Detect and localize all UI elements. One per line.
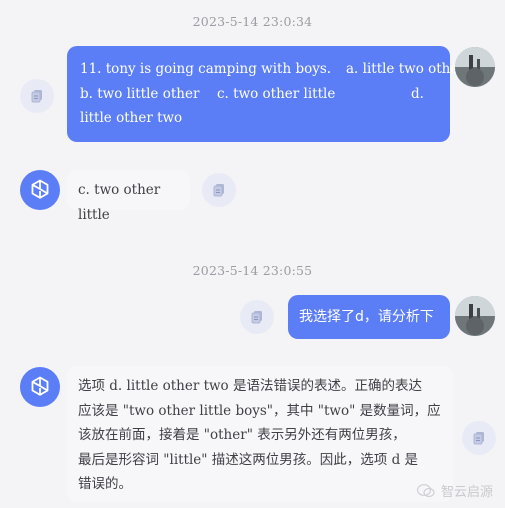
user-avatar[interactable] xyxy=(455,296,495,336)
bot-message-bubble: 选项 d. little other two 是语法错误的表述。正确的表达 应该… xyxy=(67,366,453,502)
message-text: little other two xyxy=(80,110,183,126)
timestamp: 2023-5-14 23:0:55 xyxy=(192,263,313,278)
copy-button[interactable] xyxy=(20,79,54,113)
copy-icon xyxy=(251,311,262,324)
message-line: 选项 d. little other two 是语法错误的表述。正确的表达 xyxy=(78,378,422,394)
message-line: 最后是形容词 "little" 描述这两位男孩。因此，选项 d 是 xyxy=(78,451,419,468)
copy-button[interactable] xyxy=(202,173,236,207)
bot-message-bubble: c. two other little xyxy=(67,170,190,223)
wechat-icon xyxy=(416,483,435,497)
timestamp: 2023-5-14 23:0:34 xyxy=(192,14,313,29)
message-text: a. little two other xyxy=(346,61,465,77)
user-avatar-image xyxy=(455,296,495,336)
copy-icon xyxy=(31,90,42,103)
message-text: 11. tony is going camping with boys. xyxy=(80,61,332,77)
copy-icon xyxy=(213,184,224,197)
bot-avatar xyxy=(20,367,60,407)
openai-logo-icon xyxy=(31,376,49,396)
copy-button[interactable] xyxy=(240,300,274,334)
watermark-text: 智云启源 xyxy=(440,485,493,500)
message-line: 应该是 "two other little boys"，其中 "two" 是数量… xyxy=(78,402,441,419)
user-message-bubble: 我选择了d，请分析下 xyxy=(288,295,450,339)
message-line: 该放在前面，接着是 "other" 表示另外还有两位男孩， xyxy=(78,427,406,443)
copy-icon xyxy=(473,432,484,445)
user-avatar-image xyxy=(455,47,495,87)
message-line: 错误的。 xyxy=(78,476,132,492)
bot-avatar xyxy=(20,170,60,210)
user-message-bubble: 11. tony is going camping with boys. a. … xyxy=(67,46,465,142)
user-avatar[interactable] xyxy=(455,47,495,87)
openai-logo-icon xyxy=(31,179,49,199)
message-text: 我选择了d，请分析下 xyxy=(299,309,434,325)
message-text: d. xyxy=(411,85,424,102)
message-text: c. two other little xyxy=(217,85,336,102)
copy-button[interactable] xyxy=(462,421,496,455)
watermark: 智云启源 xyxy=(416,481,493,500)
message-text: c. two other little xyxy=(78,182,161,223)
message-text: b. two little other xyxy=(80,85,200,102)
